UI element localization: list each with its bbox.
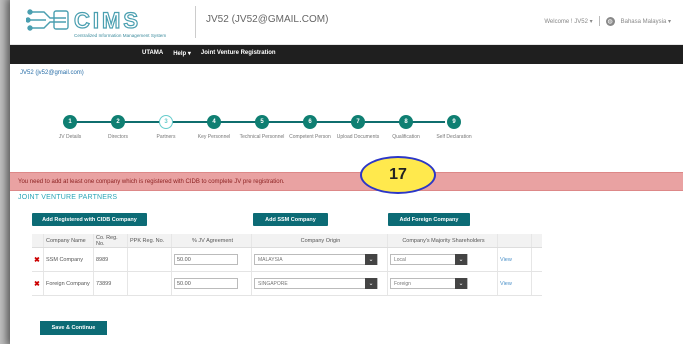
header-separator (598, 16, 600, 26)
jv-percent-input[interactable]: 50.00 (174, 278, 238, 289)
shareholders-select[interactable]: Foreign ⌄ (390, 278, 468, 289)
co-reg-no: 73899 (94, 272, 128, 295)
header-blank (498, 234, 532, 247)
view-link[interactable]: View (500, 257, 512, 263)
add-foreign-company-button[interactable]: Add Foreign Company (388, 213, 470, 226)
network-logo-icon (25, 9, 69, 31)
step-number: 1 (63, 115, 77, 129)
callout-number-badge: 17 (360, 156, 436, 194)
ppk-reg-no (128, 272, 172, 295)
step-number: 8 (399, 115, 413, 129)
logo-subtitle: Centralized Information Management Syste… (74, 33, 167, 38)
header-company-origin: Company Origin (252, 234, 388, 247)
view-link[interactable]: View (500, 281, 512, 287)
add-cidb-company-button[interactable]: Add Registered with CIDB Company (32, 213, 147, 226)
header-jv-agreement: % JV Agreement (172, 234, 252, 247)
nav-item-help[interactable]: Help ▾ (173, 50, 191, 57)
page-title: JV52 (JV52@GMAIL.COM) (206, 14, 329, 25)
header-ppk-reg: PPK Reg. No. (128, 234, 172, 247)
nav-item-utama[interactable]: UTAMA (142, 50, 163, 57)
header-majority-shareholders: Company's Majority Shareholders (388, 234, 498, 247)
step-number: 2 (111, 115, 125, 129)
chevron-down-icon: ⌄ (455, 254, 467, 265)
table-row: ✖ Foreign Company 73899 50.00 SINGAPORE ⌄… (32, 272, 542, 296)
welcome-menu[interactable]: Welcome ! JV52 ▾ (544, 18, 592, 25)
chevron-down-icon: ⌄ (365, 278, 377, 289)
selected-value: Local (394, 256, 406, 263)
header-blank (32, 234, 44, 247)
step-number: 5 (255, 115, 269, 129)
header: CIMS Centralized Information Management … (10, 0, 683, 45)
step-number: 7 (351, 115, 365, 129)
jv-percent-input[interactable]: 50.00 (174, 254, 238, 265)
partners-table: Company Name Co. Reg. No. PPK Reg. No. %… (32, 234, 542, 296)
step-number: 6 (303, 115, 317, 129)
window-edge (0, 0, 10, 344)
shareholders-select[interactable]: Local ⌄ (390, 254, 468, 265)
add-ssm-company-button[interactable]: Add SSM Company (253, 213, 328, 226)
logo-text: CIMS (73, 7, 141, 33)
globe-icon: ◍ (605, 16, 615, 26)
header-co-reg: Co. Reg. No. (94, 234, 128, 247)
selected-value: Foreign (394, 280, 411, 287)
error-alert: You need to add at least one company whi… (10, 172, 683, 191)
section-title: JOINT VENTURE PARTNERS (18, 194, 118, 201)
language-menu[interactable]: Bahasa Malaysia ▾ (621, 18, 671, 25)
header-divider (195, 6, 196, 38)
cims-logo[interactable]: CIMS Centralized Information Management … (25, 6, 186, 38)
step-number: 9 (447, 115, 461, 129)
selected-value: MALAYSIA (258, 256, 283, 263)
selected-value: SINGAPORE (258, 280, 288, 287)
step-number: 4 (207, 115, 221, 129)
co-reg-no: 8989 (94, 248, 128, 271)
chevron-down-icon: ⌄ (365, 254, 377, 265)
page: CIMS Centralized Information Management … (10, 0, 683, 344)
company-name: SSM Company (44, 248, 94, 271)
user-line: JV52 (jv52@gmail.com) (20, 70, 84, 76)
step-label: Self Declaration (436, 134, 472, 140)
step-number: 3 (159, 115, 173, 129)
delete-icon[interactable]: ✖ (34, 280, 40, 288)
company-name: Foreign Company (44, 272, 94, 295)
save-continue-button[interactable]: Save & Continue (40, 321, 107, 335)
header-right: Welcome ! JV52 ▾ ◍ Bahasa Malaysia ▾ (544, 16, 671, 26)
main-nav: UTAMA Help ▾ Joint Venture Registration (10, 45, 683, 64)
header-company-name: Company Name (44, 234, 94, 247)
delete-icon[interactable]: ✖ (34, 256, 40, 264)
alert-message: You need to add at least one company whi… (18, 179, 285, 185)
ppk-reg-no (128, 248, 172, 271)
nav-item-jv-registration[interactable]: Joint Venture Registration (201, 50, 276, 57)
company-origin-select[interactable]: SINGAPORE ⌄ (254, 278, 378, 289)
chevron-down-icon: ⌄ (455, 278, 467, 289)
company-origin-select[interactable]: MALAYSIA ⌄ (254, 254, 378, 265)
step-self-declaration[interactable]: 9 Self Declaration (424, 115, 484, 140)
table-header: Company Name Co. Reg. No. PPK Reg. No. %… (32, 234, 542, 248)
registration-steps: 1 JV Details 2 Directors 3 Partners 4 Ke… (40, 115, 472, 155)
table-row: ✖ SSM Company 8989 50.00 MALAYSIA ⌄ Local… (32, 248, 542, 272)
